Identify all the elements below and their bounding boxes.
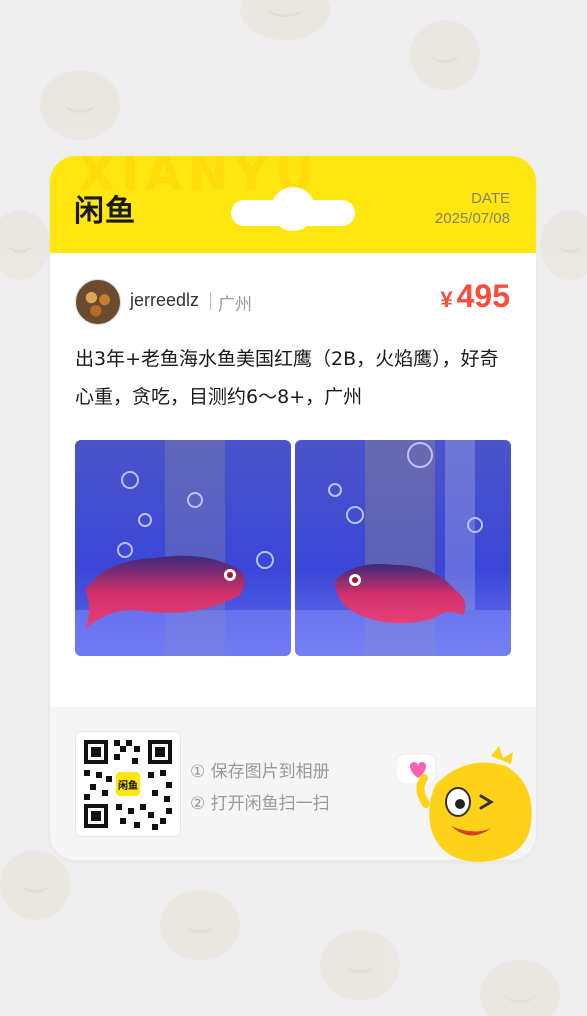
location: 广州 (218, 295, 252, 315)
xianyu-mascot-icon (395, 744, 546, 864)
avatar[interactable] (75, 279, 121, 325)
divider (210, 292, 211, 310)
qr-badge-label: 闲鱼 (118, 779, 138, 792)
price: ¥495 (440, 278, 510, 315)
listing-photo[interactable] (295, 440, 511, 656)
instruction-save-image: ① 保存图片到相册 (190, 762, 330, 782)
currency-symbol: ¥ (440, 287, 453, 312)
xianyu-logo: 闲鱼 (74, 194, 136, 229)
mascot-pattern-icon (410, 20, 480, 90)
date-label: DATE (471, 190, 510, 207)
mascot-pattern-icon (320, 930, 400, 1000)
header-pill-decoration (231, 187, 355, 231)
mascot-pattern-icon (160, 890, 240, 960)
listing-description[interactable]: 出3年+老鱼海水鱼美国红鹰（2B，火焰鹰），好奇心重，贪吃，目测约6～8+，广州 (75, 340, 515, 416)
instruction-open-scan: ② 打开闲鱼扫一扫 (190, 794, 330, 814)
username[interactable]: jerreedlz (130, 290, 199, 311)
mascot-pattern-icon (0, 850, 70, 920)
mascot-pattern-icon (40, 70, 120, 140)
qr-code[interactable]: 闲鱼 (75, 731, 181, 837)
date-value: 2025/07/08 (434, 210, 510, 227)
mascot-pattern-icon (240, 0, 330, 40)
mascot-pattern-icon (540, 210, 587, 280)
mascot-pattern-icon (480, 960, 560, 1016)
listing-photo[interactable] (75, 440, 291, 656)
price-value: 495 (456, 278, 510, 314)
mascot-pattern-icon (0, 210, 50, 280)
card-header: XIANYU 闲鱼 DATE 2025/07/08 (50, 156, 536, 253)
